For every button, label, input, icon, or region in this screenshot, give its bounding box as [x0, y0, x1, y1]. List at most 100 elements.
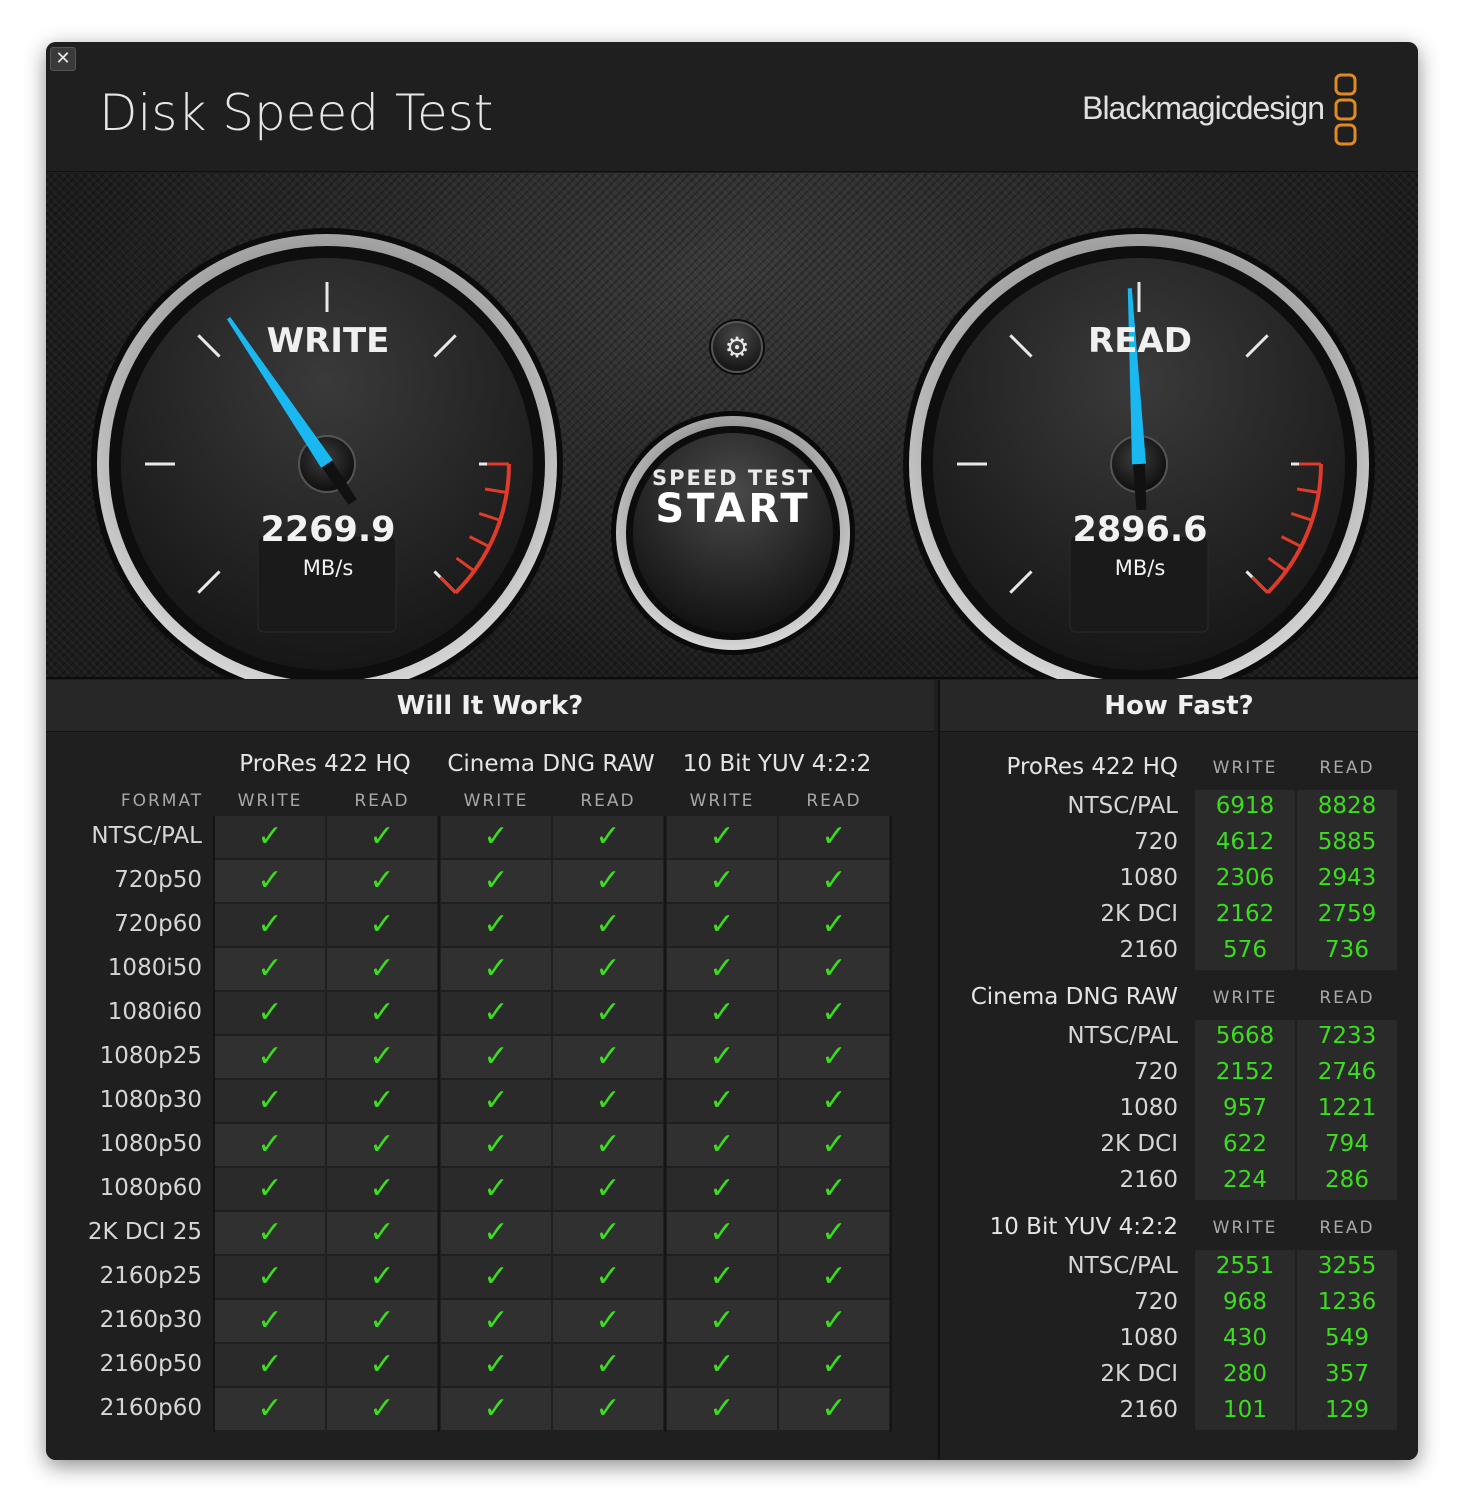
write-gauge-label: WRITE	[266, 321, 390, 361]
work-cell: ✓	[441, 1036, 551, 1078]
fast-read-value: 357	[1325, 1361, 1369, 1387]
check-icon: ✓	[821, 1303, 847, 1338]
fast-read-value: 794	[1325, 1131, 1369, 1157]
gear-icon: ⚙	[724, 331, 749, 364]
fast-write-value: 4612	[1215, 829, 1275, 855]
check-icon: ✓	[483, 1215, 509, 1250]
work-row-label: 720p60	[114, 911, 202, 937]
fast-write-value: 2162	[1215, 901, 1275, 927]
work-cell: ✓	[553, 1036, 663, 1078]
work-cell: ✓	[441, 1256, 551, 1298]
check-icon: ✓	[595, 1083, 621, 1118]
check-icon: ✓	[821, 1215, 847, 1250]
check-icon: ✓	[595, 907, 621, 942]
check-icon: ✓	[821, 1083, 847, 1118]
settings-button[interactable]	[710, 411, 764, 465]
work-cell: ✓	[215, 1256, 325, 1298]
fast-read-value: 286	[1325, 1167, 1369, 1193]
format-column-header: FORMAT	[120, 791, 204, 811]
check-icon: ✓	[369, 1127, 395, 1162]
work-cell: ✓	[667, 1080, 777, 1122]
close-button[interactable]: ✕	[50, 47, 76, 71]
work-cell: ✓	[667, 1212, 777, 1254]
fast-group-title-2: 10 Bit YUV 4:2:2	[989, 1214, 1178, 1240]
check-icon: ✓	[369, 1347, 395, 1382]
check-icon: ✓	[595, 1303, 621, 1338]
fast-write-value: 576	[1223, 937, 1267, 963]
work-divider-2	[664, 816, 666, 1432]
work-cell: ✓	[327, 904, 437, 946]
check-icon: ✓	[369, 1259, 395, 1294]
check-icon: ✓	[257, 1083, 283, 1118]
check-icon: ✓	[483, 1303, 509, 1338]
check-icon: ✓	[257, 1171, 283, 1206]
fast-write-value: 622	[1223, 1131, 1267, 1157]
work-cell: ✓	[441, 1344, 551, 1386]
start-button-label: START	[655, 486, 811, 532]
work-cell: ✓	[441, 904, 551, 946]
work-subcol-header-3: READ	[580, 791, 636, 811]
work-cell: ✓	[553, 1344, 663, 1386]
check-icon: ✓	[483, 1039, 509, 1074]
check-icon: ✓	[709, 995, 735, 1030]
check-icon: ✓	[257, 995, 283, 1030]
work-divider-1	[438, 816, 440, 1432]
check-icon: ✓	[257, 1391, 283, 1426]
write-speed-value: 2269.9	[260, 510, 396, 550]
brand-name: Blackmagicdesign	[1082, 90, 1325, 126]
work-cell: ✓	[327, 1344, 437, 1386]
work-cell: ✓	[215, 904, 325, 946]
fast-row-label: NTSC/PAL	[1067, 793, 1178, 819]
work-cell: ✓	[779, 1168, 889, 1210]
work-cell: ✓	[327, 1124, 437, 1166]
work-cell: ✓	[779, 1344, 889, 1386]
work-row-label: 1080p50	[99, 1131, 202, 1157]
check-icon: ✓	[595, 1259, 621, 1294]
work-cell: ✓	[779, 992, 889, 1034]
check-icon: ✓	[709, 1083, 735, 1118]
work-cell: ✓	[553, 948, 663, 990]
check-icon: ✓	[483, 951, 509, 986]
check-icon: ✓	[709, 1171, 735, 1206]
fast-write-value: 957	[1223, 1095, 1267, 1121]
check-icon: ✓	[483, 863, 509, 898]
work-cell: ✓	[215, 992, 325, 1034]
work-cell: ✓	[215, 860, 325, 902]
fast-read-value: 129	[1325, 1397, 1369, 1423]
check-icon: ✓	[595, 1127, 621, 1162]
check-icon: ✓	[369, 1391, 395, 1426]
check-icon: ✓	[257, 1215, 283, 1250]
work-cell: ✓	[779, 1036, 889, 1078]
work-cell: ✓	[215, 816, 325, 858]
work-subcol-header-5: READ	[806, 791, 862, 811]
check-icon: ✓	[483, 907, 509, 942]
work-cell: ✓	[779, 1388, 889, 1430]
work-cell: ✓	[553, 992, 663, 1034]
work-cell: ✓	[441, 816, 551, 858]
work-cell: ✓	[779, 1080, 889, 1122]
fast-write-header: WRITE	[1212, 988, 1278, 1008]
work-cell: ✓	[553, 1080, 663, 1122]
work-subcol-header-1: READ	[354, 791, 410, 811]
check-icon: ✓	[821, 995, 847, 1030]
fast-read-value: 5885	[1317, 829, 1377, 855]
check-icon: ✓	[821, 863, 847, 898]
work-cell: ✓	[327, 1300, 437, 1342]
fast-write-header: WRITE	[1212, 758, 1278, 778]
check-icon: ✓	[821, 1259, 847, 1294]
check-icon: ✓	[257, 951, 283, 986]
fast-write-value: 101	[1223, 1397, 1267, 1423]
work-cell: ✓	[215, 1344, 325, 1386]
work-cell: ✓	[553, 1388, 663, 1430]
check-icon: ✓	[369, 907, 395, 942]
check-icon: ✓	[369, 1039, 395, 1074]
work-cell: ✓	[327, 1036, 437, 1078]
check-icon: ✓	[483, 1083, 509, 1118]
fast-read-value: 736	[1325, 937, 1369, 963]
check-icon: ✓	[595, 1039, 621, 1074]
check-icon: ✓	[483, 1127, 509, 1162]
check-icon: ✓	[595, 951, 621, 986]
work-cell: ✓	[667, 1168, 777, 1210]
check-icon: ✓	[821, 819, 847, 854]
work-row-label: NTSC/PAL	[91, 823, 202, 849]
